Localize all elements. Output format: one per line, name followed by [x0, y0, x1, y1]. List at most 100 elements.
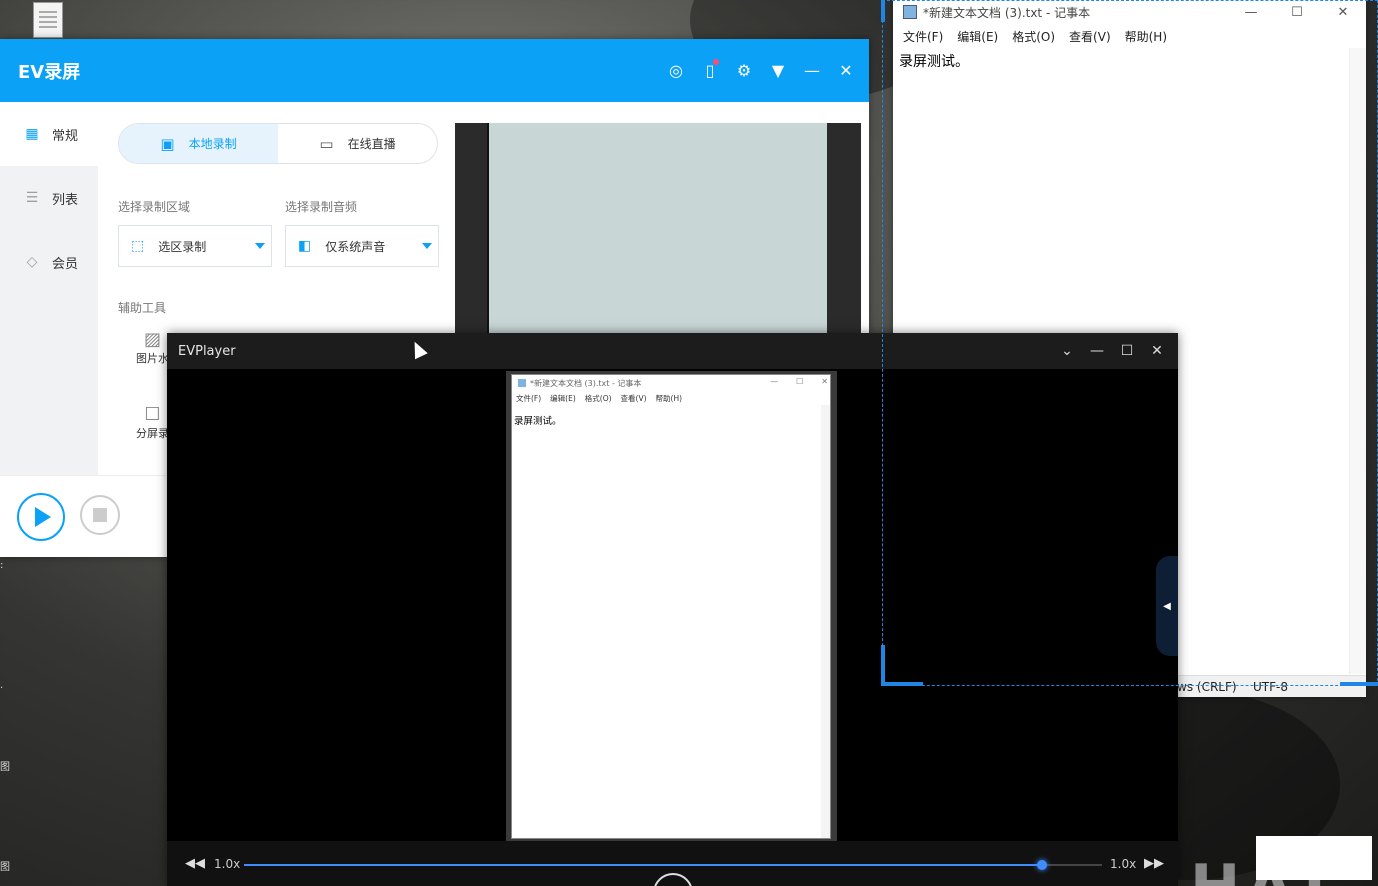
blank-panel [1256, 836, 1372, 880]
notepad-menubar: 文件(F) 编辑(E) 格式(O) 查看(V) 帮助(H) [893, 24, 1366, 48]
player-titlebar[interactable]: EVPlayer [167, 333, 1178, 369]
close-icon[interactable]: ✕ [1142, 338, 1172, 364]
notepad-icon [518, 379, 526, 387]
progress-handle[interactable] [1036, 860, 1047, 870]
chevron-down-icon[interactable]: ⌄ [1052, 338, 1082, 364]
collapse-panel-tab[interactable]: ◀ [1156, 556, 1178, 656]
audio-label: 选择录制音频 [285, 200, 358, 214]
tab-online-live[interactable]: ▭ 在线直播 [278, 124, 437, 163]
player-title: EVPlayer [178, 343, 236, 359]
notepad-window-controls: — ☐ ✕ [1228, 0, 1366, 24]
speed-left[interactable]: 1.0x [214, 857, 240, 871]
maximize-icon[interactable]: ☐ [1112, 338, 1142, 364]
mini-menu-item: 编辑(E) [550, 394, 576, 403]
stop-record-button[interactable] [80, 495, 120, 535]
tab-local-record[interactable]: ▣ 本地录制 [119, 124, 278, 163]
speed-right[interactable]: 1.0x [1110, 857, 1136, 871]
mini-menu-item: 查看(V) [620, 394, 647, 403]
video-frame[interactable]: *新建文本文档 (3).txt - 记事本 — ☐ ✕ 文件(F) 编辑(E) … [506, 371, 837, 841]
sidebar-item-label: 会员 [52, 256, 79, 272]
chevron-down-icon [255, 243, 265, 249]
rewind-icon[interactable]: ◀◀ [185, 856, 205, 871]
fast-forward-icon[interactable]: ▶▶ [1144, 856, 1164, 871]
region-handle[interactable] [881, 645, 885, 685]
mobile-icon[interactable]: ▯ [699, 57, 721, 83]
chevron-down-icon [422, 243, 432, 249]
region-handle[interactable] [1340, 682, 1378, 686]
diamond-icon: ◇ [26, 254, 38, 270]
region-label: 选择录制区域 [118, 200, 191, 214]
ev-sidebar: ▦ 常规 ☰ 列表 ◇ 会员 [0, 102, 98, 475]
notepad-scrollbar[interactable] [1349, 48, 1366, 674]
sidebar-item-label: 列表 [52, 192, 79, 208]
progress-fill [244, 864, 1042, 866]
minimize-icon[interactable]: — [1082, 338, 1112, 364]
mini-window-controls: — ☐ ✕ [770, 377, 828, 386]
audio-select-value: 仅系统声音 [325, 239, 386, 254]
mode-tabs: ▣ 本地录制 ▭ 在线直播 [118, 123, 438, 164]
video-notepad-capture: *新建文本文档 (3).txt - 记事本 — ☐ ✕ 文件(F) 编辑(E) … [511, 374, 831, 839]
desktop-icon-fragment: 图 [0, 862, 10, 873]
desktop-icon-fragment: 图 [0, 762, 10, 773]
speaker-icon: ◧ [298, 238, 312, 254]
region-handle[interactable] [881, 0, 885, 22]
notepad-title: *新建文本文档 (3).txt - 记事本 [923, 5, 1091, 20]
minimize-icon[interactable]: — [1228, 0, 1274, 24]
tab-label: 在线直播 [347, 137, 396, 151]
desktop-icon-fragment: . [0, 680, 4, 691]
region-select[interactable]: ⬚ 选区录制 [118, 225, 272, 267]
close-icon[interactable]: ✕ [835, 57, 857, 83]
tv-icon: ▭ [319, 134, 334, 153]
player-controls: ◀◀ 1.0x 1.0x ▶▶ [167, 841, 1178, 886]
sidebar-item-label: 常规 [52, 128, 79, 144]
minimize-icon: — [770, 377, 779, 386]
maximize-icon[interactable]: ☐ [1274, 0, 1320, 24]
evplayer-window: EVPlayer ⌄ — ☐ ✕ *新建文本文档 (3).txt - 记事本 —… [167, 333, 1178, 886]
start-record-button[interactable] [17, 493, 65, 541]
sidebar-item-member[interactable]: ◇ 会员 [0, 230, 98, 294]
tools-label: 辅助工具 [118, 301, 167, 315]
menu-help[interactable]: 帮助(H) [1125, 28, 1167, 45]
tool-label: 分屏录 [136, 427, 169, 440]
audio-select[interactable]: ◧ 仅系统声音 [285, 225, 439, 267]
mini-menu-item: 文件(F) [516, 394, 542, 403]
tool-split-screen[interactable]: ☐ 分屏录 [136, 404, 169, 441]
notepad-icon [903, 5, 917, 19]
tab-label: 本地录制 [188, 137, 237, 151]
caret-left-icon: ◀ [1163, 600, 1171, 612]
minimize-icon[interactable]: — [801, 57, 823, 83]
mini-menu-item: 格式(O) [584, 394, 612, 403]
settings-icon[interactable]: ⚙ [733, 57, 755, 83]
player-window-controls: ⌄ — ☐ ✕ [1052, 338, 1172, 364]
image-icon: ▨ [143, 329, 161, 350]
ev-header-controls: ◎ ▯ ⚙ ▼ — ✕ [665, 57, 857, 83]
mini-title: *新建文本文档 (3).txt - 记事本 [530, 378, 642, 388]
menu-edit[interactable]: 编辑(E) [957, 28, 998, 45]
dropdown-icon[interactable]: ▼ [767, 57, 789, 83]
notification-dot [713, 59, 719, 65]
close-icon[interactable]: ✕ [1320, 0, 1366, 24]
notepad-text-area[interactable]: 录屏测试。 [899, 51, 969, 71]
mini-text: 录屏测试。 [514, 416, 562, 427]
selection-icon: ⬚ [131, 238, 145, 254]
desktop-file-icon[interactable] [33, 2, 63, 38]
video-icon: ▣ [160, 134, 175, 153]
progress-slider[interactable] [244, 860, 1102, 870]
tool-label: 图片水 [136, 352, 169, 365]
close-icon: ✕ [821, 377, 828, 386]
region-handle[interactable] [881, 682, 923, 686]
sidebar-item-list[interactable]: ☰ 列表 [0, 166, 98, 230]
tool-watermark[interactable]: ▨ 图片水 [136, 329, 169, 366]
list-icon: ☰ [25, 190, 39, 206]
menu-view[interactable]: 查看(V) [1069, 28, 1111, 45]
region-select-value: 选区录制 [158, 239, 207, 254]
mini-menubar: 文件(F) 编辑(E) 格式(O) 查看(V) 帮助(H) [512, 391, 830, 406]
app-title: EV录屏 [18, 61, 81, 83]
split-screen-icon: ☐ [144, 404, 161, 425]
menu-file[interactable]: 文件(F) [903, 28, 943, 45]
sidebar-item-general[interactable]: ▦ 常规 [0, 102, 98, 166]
status-eol: ws (CRLF) [1177, 680, 1237, 694]
menu-format[interactable]: 格式(O) [1012, 28, 1055, 45]
maximize-icon: ☐ [796, 377, 804, 386]
user-icon[interactable]: ◎ [665, 57, 687, 83]
